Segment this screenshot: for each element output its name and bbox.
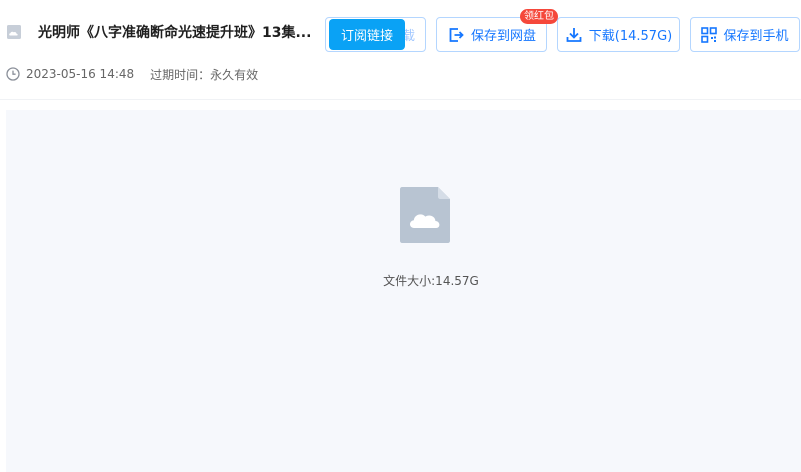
clock-icon: [6, 67, 20, 81]
copy-subscribe-link-button[interactable]: 订阅链接: [329, 19, 405, 50]
save-to-phone-label: 保存到手机: [723, 29, 789, 44]
expiry-label: 过期时间：: [150, 67, 211, 82]
share-page: 光明师《八字准确断命光速提升班》13集... 2023-05-16 14:48 …: [0, 0, 801, 472]
save-to-cloud-label: 保存到网盘: [470, 29, 536, 44]
download-label: 下载(14.57G): [588, 29, 673, 44]
cloud-file-icon: [400, 187, 450, 243]
save-to-cloud-icon: [449, 27, 464, 42]
file-size-text: 文件大小:14.57G: [383, 274, 479, 288]
file-meta: 2023-05-16 14:48 过期时间： 永久有效: [6, 66, 258, 82]
download-button[interactable]: 下载(14.57G): [557, 17, 680, 52]
file-title: 光明师《八字准确断命光速提升班》13集...: [38, 25, 312, 41]
file-type-icon: [7, 25, 21, 39]
file-header: 光明师《八字准确断命光速提升班》13集... 2023-05-16 14:48 …: [0, 0, 801, 100]
save-to-phone-button[interactable]: 保存到手机: [690, 17, 800, 52]
red-packet-badge: 领红包: [520, 9, 558, 24]
expiry-value: 永久有效: [210, 67, 259, 82]
qr-phone-icon: [701, 26, 718, 43]
file-date: 2023-05-16 14:48: [26, 67, 135, 81]
file-preview-area: [6, 110, 801, 472]
download-icon: [566, 27, 582, 42]
